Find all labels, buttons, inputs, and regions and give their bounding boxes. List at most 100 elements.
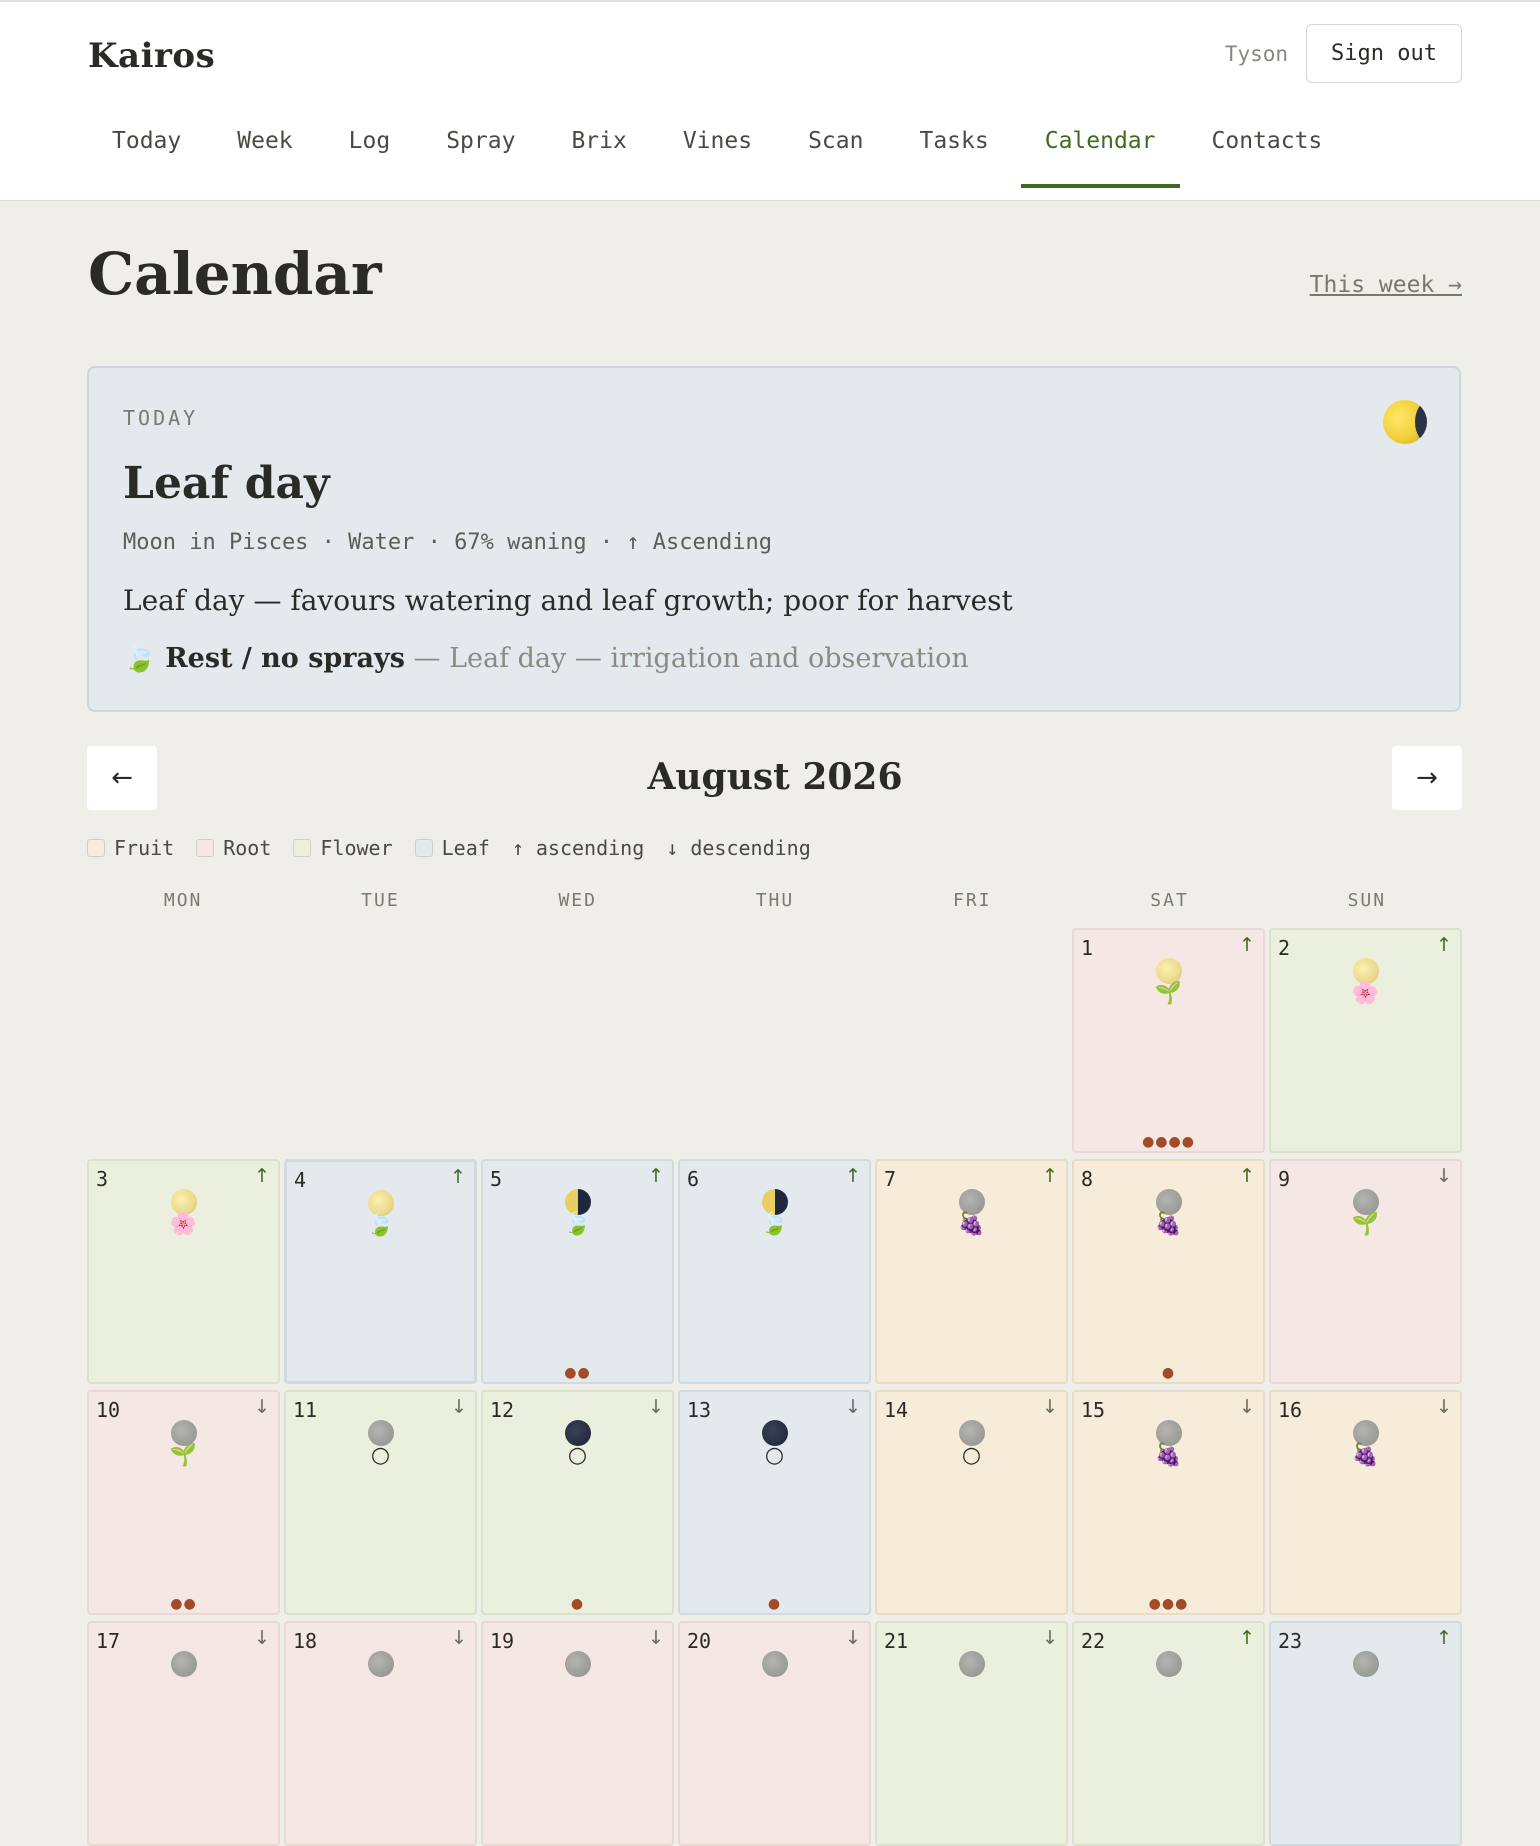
day-type-icon: 🌸 (1351, 981, 1380, 1006)
nav-tab-log[interactable]: Log (325, 118, 415, 184)
legend-descending: ↓ descending (666, 836, 811, 860)
nav-tab-tasks[interactable]: Tasks (895, 118, 1012, 184)
day-type-icon: 🍃 (366, 1213, 395, 1238)
day-cell-12[interactable]: 12 ↓ ○ ● (481, 1390, 674, 1615)
day-number: 4 (294, 1168, 307, 1192)
weekday-wed: WED (558, 890, 597, 911)
descending-arrow-icon: ↓ (451, 1627, 467, 1649)
day-number: 11 (293, 1398, 318, 1422)
nav-tab-brix[interactable]: Brix (547, 118, 650, 184)
legend-swatch (414, 839, 433, 857)
day-number: 3 (96, 1167, 109, 1191)
descending-arrow-icon: ↓ (1042, 1627, 1058, 1649)
nav-tab-week[interactable]: Week (213, 118, 316, 184)
activity-dots: ●● (564, 1365, 591, 1381)
day-cell-2[interactable]: 2 ↑ 🌸 (1269, 928, 1462, 1153)
day-type-icon: ○ (961, 1443, 982, 1468)
day-number: 22 (1081, 1629, 1106, 1653)
sign-out-button[interactable]: Sign out (1306, 24, 1462, 83)
activity-dots: ●●● (1148, 1596, 1189, 1612)
day-number: 19 (490, 1629, 515, 1653)
day-cell-22[interactable]: 22 ↑ (1072, 1621, 1265, 1846)
day-cell-19[interactable]: 19 ↓ (481, 1621, 674, 1846)
activity-dots: ●●●● (1142, 1134, 1195, 1150)
descending-arrow-icon: ↓ (1042, 1396, 1058, 1418)
empty-cell (875, 928, 1068, 1153)
descending-arrow-icon: ↓ (254, 1627, 270, 1649)
day-number: 14 (884, 1398, 909, 1422)
day-number: 6 (687, 1167, 700, 1191)
nav-tab-calendar[interactable]: Calendar (1020, 118, 1180, 188)
activity-dots: ● (1161, 1365, 1176, 1381)
app-header: Kairos Tyson Sign out Today Week Log Spray B… (0, 0, 1540, 201)
day-cell-3[interactable]: 3 ↑ 🌸 (87, 1159, 280, 1384)
ascending-arrow-icon: ↑ (1239, 934, 1255, 956)
day-type-icon: 🍇 (1154, 1443, 1183, 1468)
day-cell-21[interactable]: 21 ↓ (875, 1621, 1068, 1846)
legend-swatch (196, 839, 215, 857)
day-number: 13 (687, 1398, 712, 1422)
day-cell-1[interactable]: 1 ↑ 🌱 ●●●● (1072, 928, 1265, 1153)
day-cell-9[interactable]: 9 ↓ 🌱 (1269, 1159, 1462, 1384)
day-cell-18[interactable]: 18 ↓ (284, 1621, 477, 1846)
weekday-mon: MON (163, 890, 203, 911)
ascending-arrow-icon: ↑ (1239, 1627, 1255, 1649)
ascending-arrow-icon: ↑ (450, 1166, 466, 1188)
weekday-header: MON TUE WED THU FRI SAT SUN (87, 890, 1463, 911)
legend-flower: Flower (293, 836, 393, 860)
day-number: 2 (1278, 936, 1291, 960)
day-type-icon: 🌱 (169, 1443, 198, 1468)
top-divider (0, 0, 1540, 2)
nav-tab-scan[interactable]: Scan (784, 118, 887, 184)
day-cell-8[interactable]: 8 ↑ 🍇 ● (1072, 1159, 1265, 1384)
empty-cell (87, 928, 280, 1153)
descending-arrow-icon: ↓ (648, 1627, 664, 1649)
spray-title: Rest / no sprays (165, 643, 405, 674)
this-week-link[interactable]: This week → (1310, 272, 1462, 298)
day-cell-11[interactable]: 11 ↓ ○ (284, 1390, 477, 1615)
today-meta: Moon in Pisces · Water · 67% waning · ↑ … (123, 530, 773, 555)
next-month-button[interactable]: → (1392, 746, 1462, 810)
activity-dots: ● (767, 1596, 782, 1612)
day-cell-16[interactable]: 16 ↓ 🍇 (1269, 1390, 1462, 1615)
calendar-grid: 1 ↑ 🌱 ●●●● 2 ↑ 🌸 3 ↑ 🌸 4 ↑ 🍃 5 ↑ 🍃 ●● 6 ↑ 🍃 7 ↑ 🍇 8 ↑ 🍇 ● 9 ↓ 🌱 10 ↓ 🌱 ●●… (87, 928, 1463, 1846)
weekday-fri: FRI (953, 890, 992, 911)
day-cell-6[interactable]: 6 ↑ 🍃 (678, 1159, 871, 1384)
day-cell-10[interactable]: 10 ↓ 🌱 ●● (87, 1390, 280, 1615)
day-cell-23[interactable]: 23 ↑ (1269, 1621, 1462, 1846)
day-cell-13[interactable]: 13 ↓ ○ ● (678, 1390, 871, 1615)
ascending-arrow-icon: ↑ (1436, 934, 1452, 956)
spray-note: — Leaf day — irrigation and observation (404, 643, 969, 674)
day-cell-4[interactable]: 4 ↑ 🍃 (284, 1159, 477, 1384)
day-number: 23 (1278, 1629, 1303, 1653)
moon-phase-icon (367, 1651, 394, 1677)
day-cell-17[interactable]: 17 ↓ (87, 1621, 280, 1846)
legend-label: Fruit (114, 836, 175, 860)
legend-fruit: Fruit (87, 836, 174, 860)
legend-label: Flower (320, 836, 393, 860)
day-type-icon: 🍃 (563, 1212, 592, 1237)
username-label: Tyson (1224, 41, 1289, 66)
day-cell-14[interactable]: 14 ↓ ○ (875, 1390, 1068, 1615)
empty-cell (678, 928, 871, 1153)
day-cell-15[interactable]: 15 ↓ 🍇 ●●● (1072, 1390, 1265, 1615)
legend-label: Root (223, 836, 272, 860)
moon-phase-icon (1383, 400, 1427, 444)
day-cell-5[interactable]: 5 ↑ 🍃 ●● (481, 1159, 674, 1384)
nav-tab-spray[interactable]: Spray (422, 118, 539, 184)
day-number: 16 (1278, 1398, 1303, 1422)
nav-tab-today[interactable]: Today (88, 118, 205, 184)
nav-tab-vines[interactable]: Vines (659, 118, 776, 184)
day-cell-20[interactable]: 20 ↓ (678, 1621, 871, 1846)
brand-logo[interactable]: Kairos (88, 36, 215, 76)
nav-tab-contacts[interactable]: Contacts (1188, 118, 1347, 184)
day-number: 5 (490, 1167, 503, 1191)
legend-swatch (87, 839, 105, 857)
day-number: 7 (884, 1167, 897, 1191)
ascending-arrow-icon: ↑ (845, 1165, 861, 1187)
weekday-sun: SUN (1347, 890, 1387, 911)
descending-arrow-icon: ↓ (845, 1627, 861, 1649)
day-cell-7[interactable]: 7 ↑ 🍇 (875, 1159, 1068, 1384)
legend-root: Root (196, 836, 271, 860)
activity-dots: ● (570, 1596, 585, 1612)
